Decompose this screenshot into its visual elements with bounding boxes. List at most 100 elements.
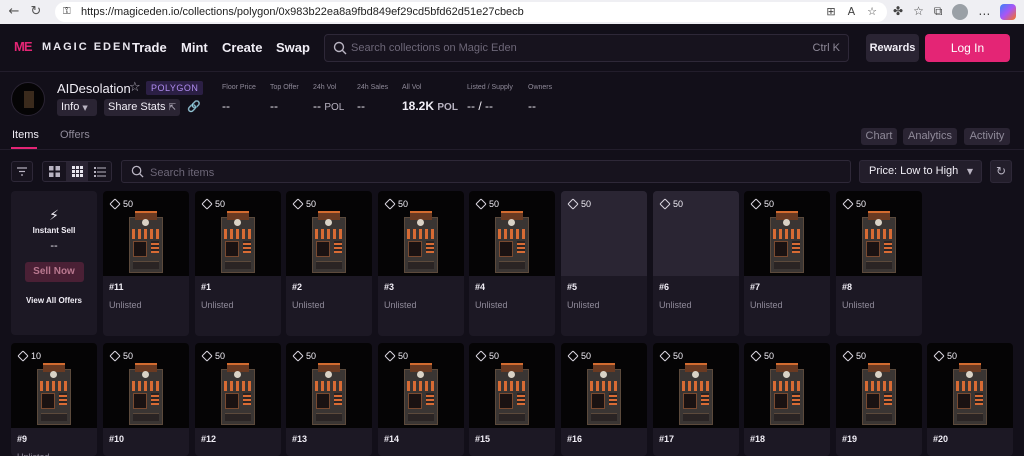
tab-activity[interactable]: Activity xyxy=(964,128,1010,145)
app-available-icon[interactable]: ⊞ xyxy=(826,5,835,18)
nft-card[interactable]: 50 #18 xyxy=(744,343,830,456)
nft-name: #4 xyxy=(475,282,486,292)
menu-icon[interactable]: … xyxy=(978,4,990,20)
nft-name: #9 xyxy=(17,434,28,444)
nft-name: #15 xyxy=(475,434,491,444)
copilot-icon[interactable] xyxy=(1000,4,1017,20)
item-search-input[interactable]: Search items xyxy=(121,160,851,183)
watchlist-star-icon[interactable]: ☆ xyxy=(129,80,141,95)
large-grid-view-button[interactable] xyxy=(43,162,66,181)
tab-offers[interactable]: Offers xyxy=(60,129,90,141)
favorite-star-icon[interactable]: ☆ xyxy=(867,5,877,18)
layers-icon xyxy=(475,350,487,362)
nft-card[interactable]: 50 #3 Unlisted xyxy=(378,191,464,336)
view-all-offers-link[interactable]: View All Offers xyxy=(11,296,97,305)
nft-name: #16 xyxy=(567,434,583,444)
sort-dropdown[interactable]: Price: Low to High ▼ xyxy=(859,160,982,183)
extensions-icon[interactable]: ✤ xyxy=(893,4,903,20)
nft-card[interactable]: 50 #19 xyxy=(836,343,922,456)
nft-card[interactable]: 50 #7 Unlisted xyxy=(744,191,830,336)
edition-count: 50 xyxy=(659,198,683,210)
nft-card[interactable]: 50 #4 Unlisted xyxy=(469,191,555,336)
nft-card[interactable]: 50 #11 Unlisted xyxy=(103,191,189,336)
arcade-machine-artwork xyxy=(770,211,804,275)
edition-count: 50 xyxy=(750,350,774,362)
nav-create[interactable]: Create xyxy=(222,40,262,55)
nft-card[interactable]: 50 #15 xyxy=(469,343,555,456)
layers-icon xyxy=(292,350,304,362)
stat-top-offer: Top Offer -- xyxy=(270,84,299,113)
layers-icon xyxy=(567,350,579,362)
nft-card[interactable]: 10 #9 Unlisted xyxy=(11,343,97,456)
item-search-placeholder: Search items xyxy=(150,167,215,179)
info-label: Info xyxy=(61,101,80,113)
profile-avatar[interactable] xyxy=(952,4,969,20)
nft-card[interactable]: 50 #12 xyxy=(195,343,281,456)
share-stats-button[interactable]: Share Stats ⇱ xyxy=(104,99,180,116)
favorites-icon[interactable]: ☆ xyxy=(913,4,924,20)
stat-value: -- / -- xyxy=(467,99,493,113)
arcade-machine-artwork xyxy=(679,363,713,427)
edition-count: 50 xyxy=(842,350,866,362)
nft-card[interactable]: 50 #17 xyxy=(653,343,739,456)
nft-card[interactable]: 50 #14 xyxy=(378,343,464,456)
listing-status: Unlisted xyxy=(384,300,417,310)
stat-value: -- POL xyxy=(313,99,345,113)
nft-name: #3 xyxy=(384,282,395,292)
stat-value: 18.2K POL xyxy=(402,99,458,113)
edition-count: 50 xyxy=(933,350,957,362)
collection-search-input[interactable]: Search collections on Magic Eden Ctrl K xyxy=(324,34,849,62)
nav-trade[interactable]: Trade xyxy=(132,40,167,55)
list-view-button[interactable] xyxy=(88,162,111,181)
rewards-button[interactable]: Rewards xyxy=(866,34,919,62)
info-dropdown[interactable]: Info ▼ xyxy=(57,99,97,116)
small-grid-view-button[interactable] xyxy=(65,162,89,181)
collections-icon[interactable]: ⧉ xyxy=(934,4,943,20)
listing-status: Unlisted xyxy=(292,300,325,310)
layers-icon xyxy=(201,350,213,362)
listing-status: Unlisted xyxy=(109,300,142,310)
magic-eden-logo-icon: ME xyxy=(14,39,33,54)
copy-link-icon[interactable]: 🔗 xyxy=(187,100,201,113)
nft-card[interactable]: 50 #2 Unlisted xyxy=(286,191,372,336)
edition-count: 50 xyxy=(384,198,408,210)
stat-value: -- xyxy=(528,99,536,113)
tab-items[interactable]: Items xyxy=(12,129,39,141)
nft-card[interactable]: 50 #10 xyxy=(103,343,189,456)
nft-name: #6 xyxy=(659,282,670,292)
layers-icon xyxy=(109,350,121,362)
nft-card[interactable]: 50 #5 Unlisted xyxy=(561,191,647,336)
layers-icon xyxy=(567,198,579,210)
tab-chart[interactable]: Chart xyxy=(861,128,897,145)
layers-icon xyxy=(17,350,29,362)
nft-card[interactable]: 50 #20 xyxy=(927,343,1013,456)
nft-card[interactable]: 50 #8 Unlisted xyxy=(836,191,922,336)
stat-owners: Owners -- xyxy=(528,84,552,113)
nft-name: #20 xyxy=(933,434,949,444)
login-button[interactable]: Log In xyxy=(925,34,1010,62)
nft-name: #10 xyxy=(109,434,125,444)
refresh-button[interactable]: ↻ xyxy=(990,160,1012,183)
address-bar[interactable]: ⚿ https://magiceden.io/collections/polyg… xyxy=(55,2,887,22)
nft-card[interactable]: 50 #1 Unlisted xyxy=(195,191,281,336)
filter-button[interactable] xyxy=(11,161,33,182)
share-stats-label: Share Stats xyxy=(108,101,166,113)
nav-mint[interactable]: Mint xyxy=(181,40,208,55)
nft-name: #13 xyxy=(292,434,308,444)
back-icon[interactable]: ← xyxy=(6,4,22,20)
edition-count: 50 xyxy=(109,198,133,210)
layers-icon xyxy=(292,198,304,210)
listing-status: Unlisted xyxy=(17,452,50,456)
sell-now-button[interactable]: Sell Now xyxy=(24,262,84,282)
tab-analytics[interactable]: Analytics xyxy=(903,128,957,145)
nft-card[interactable]: 50 #13 xyxy=(286,343,372,456)
read-aloud-icon[interactable]: A xyxy=(848,5,856,18)
site-info-icon[interactable]: ⚿ xyxy=(63,6,75,18)
nft-card[interactable]: 50 #6 Unlisted xyxy=(653,191,739,336)
logo[interactable]: ME MAGIC EDEN xyxy=(14,40,132,54)
reload-icon[interactable]: ↻ xyxy=(28,4,44,20)
nav-swap[interactable]: Swap xyxy=(276,40,310,55)
logo-text: MAGIC EDEN xyxy=(42,41,133,53)
nft-card[interactable]: 50 #16 xyxy=(561,343,647,456)
stat-24h-vol: 24h Vol -- POL xyxy=(313,84,344,113)
